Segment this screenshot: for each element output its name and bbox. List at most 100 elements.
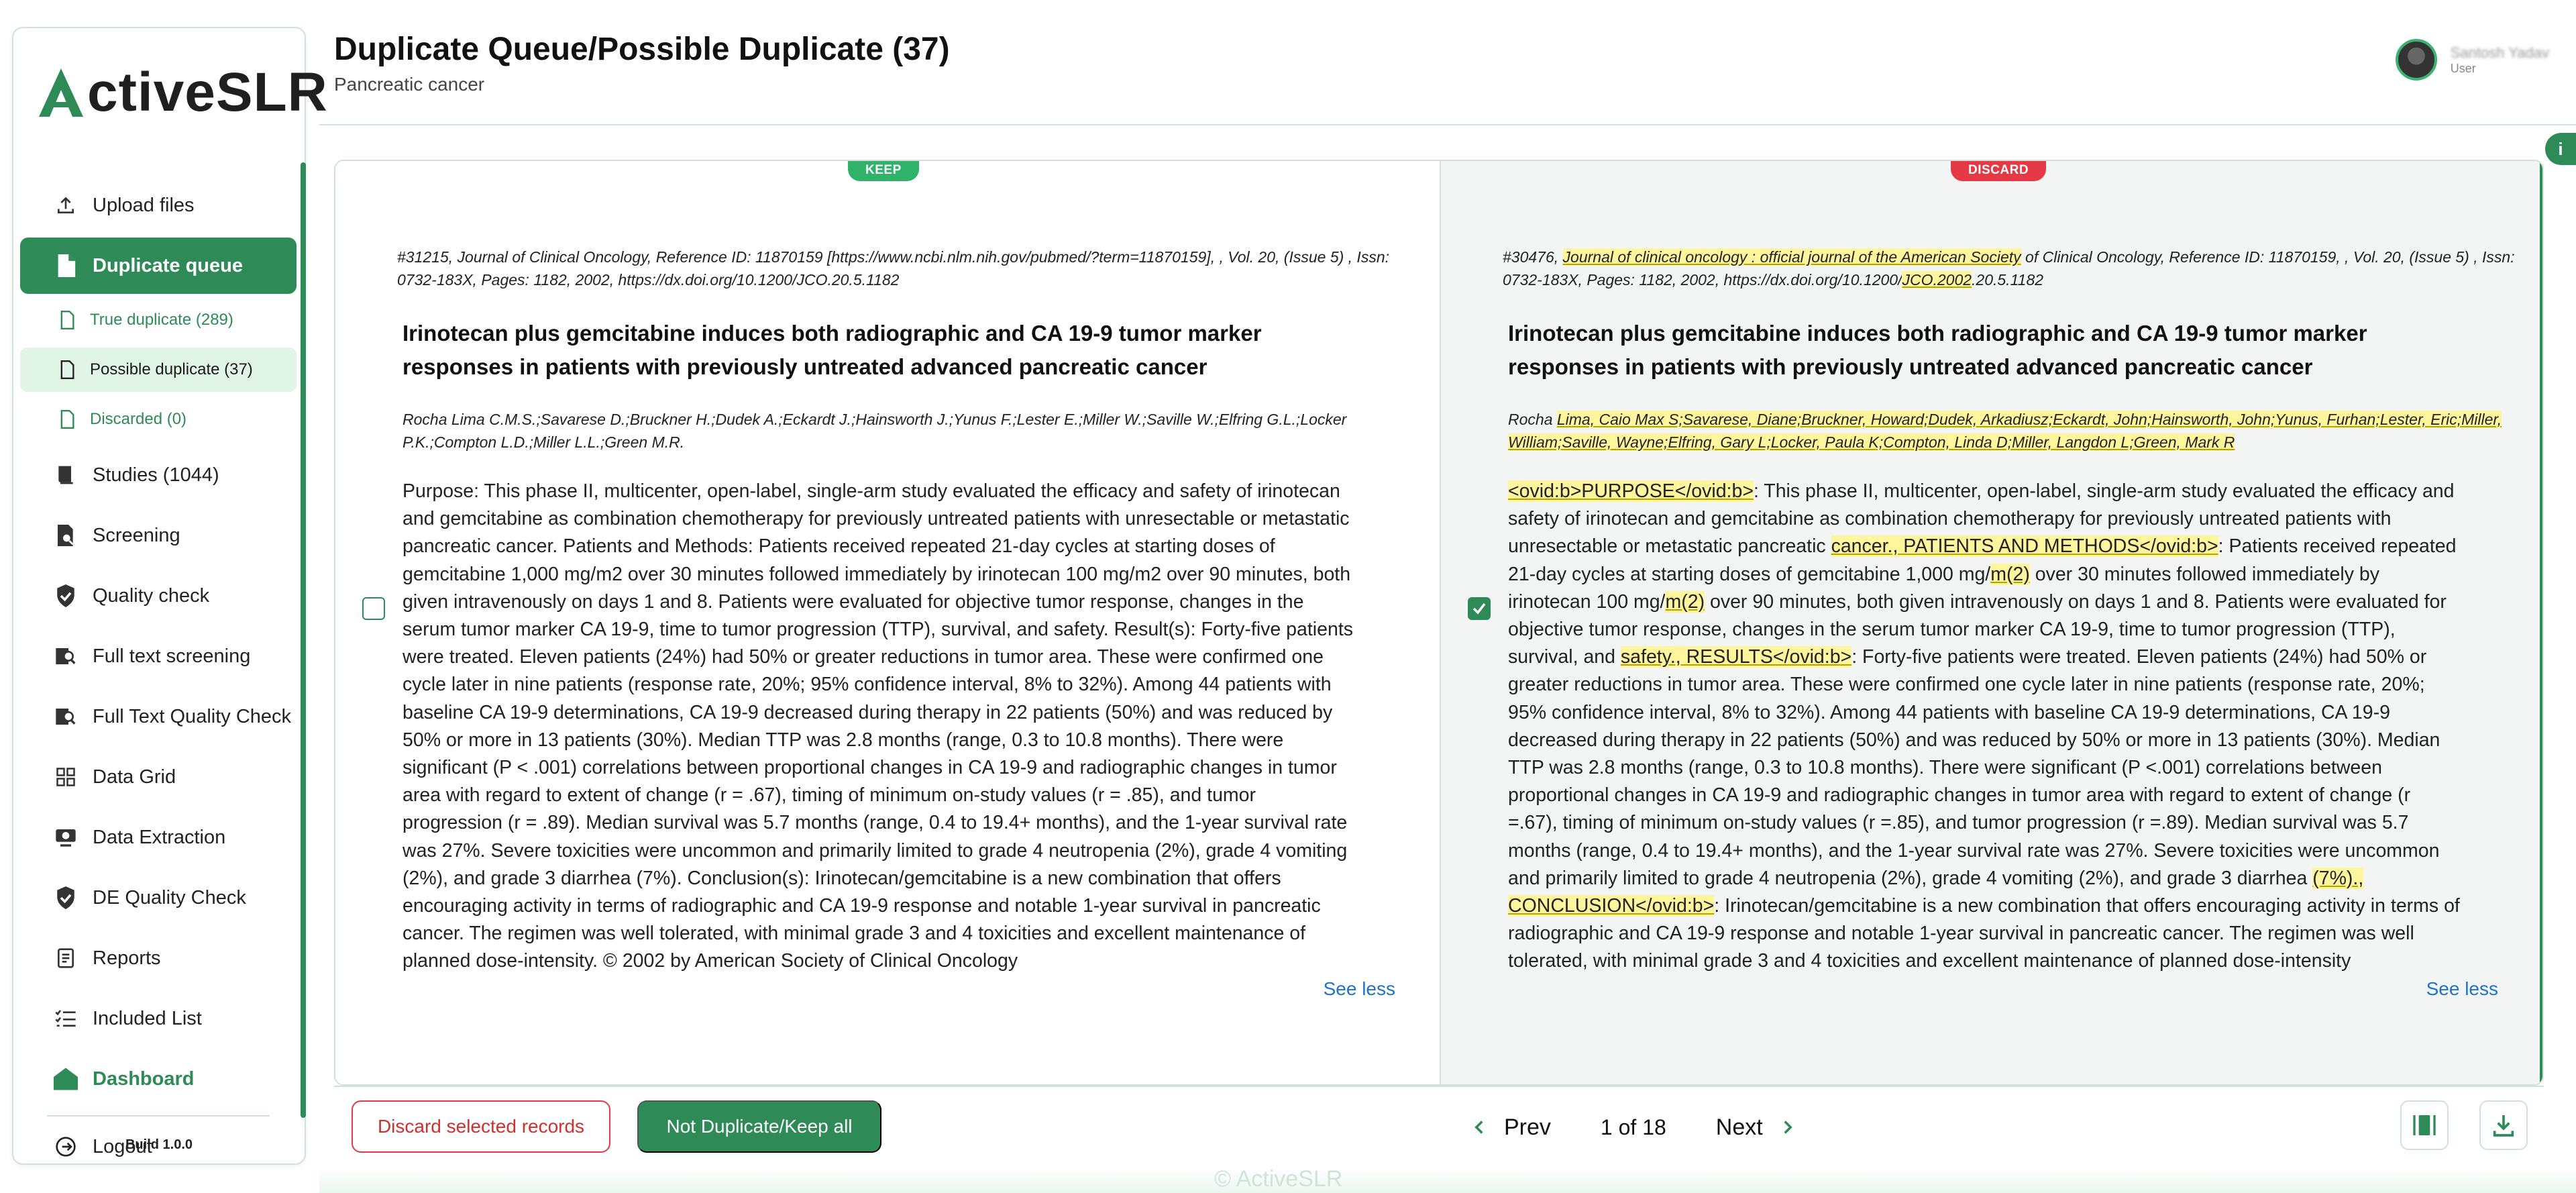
page-indicator: 1 of 18: [1601, 1115, 1666, 1140]
sidebar-subitem-label: Possible duplicate (37): [90, 360, 253, 379]
document-search-icon: [54, 523, 78, 548]
header-divider: [319, 124, 2576, 125]
logo-a-icon: [36, 66, 86, 119]
record-title: Irinotecan plus gemcitabine induces both…: [1508, 317, 2481, 384]
book-search-icon: [54, 644, 78, 668]
sidebar-subitem-discarded[interactable]: Discarded (0): [20, 397, 297, 442]
prev-label: Prev: [1504, 1114, 1551, 1141]
home-icon: [54, 1067, 78, 1091]
sidebar-item-full-text-screening[interactable]: Full text screening: [20, 628, 297, 684]
sidebar-subitem-possible-duplicate[interactable]: Possible duplicate (37): [20, 348, 297, 392]
prev-button[interactable]: Prev: [1468, 1114, 1551, 1141]
meta-text: #30476,: [1503, 248, 1563, 266]
sidebar-item-studies[interactable]: Studies (1044): [20, 447, 297, 503]
record-discard: DISCARD #30476, Journal of clinical onco…: [1440, 161, 2544, 1084]
footer-divider: [334, 1086, 2544, 1087]
record-authors: Rocha Lima, Caio Max S;Savarese, Diane;B…: [1508, 408, 2534, 454]
sidebar-item-duplicate-queue[interactable]: Duplicate queue: [20, 238, 297, 294]
record-meta: #30476, Journal of clinical oncology : o…: [1503, 246, 2536, 291]
sidebar: ctiveSLR Upload files Duplicate queue Tr…: [12, 27, 306, 1165]
sidebar-divider: [47, 1115, 270, 1117]
next-button[interactable]: Next: [1716, 1114, 1799, 1141]
chevron-left-icon: [1468, 1116, 1491, 1139]
compare-view-button[interactable]: [2400, 1100, 2449, 1150]
document-icon: [54, 254, 78, 278]
record-title: Irinotecan plus gemcitabine induces both…: [402, 317, 1375, 384]
sidebar-item-reports[interactable]: Reports: [20, 930, 297, 986]
record-authors: Rocha Lima C.M.S.;Savarese D.;Bruckner H…: [402, 408, 1429, 454]
shield-check-icon: [54, 886, 78, 910]
grid-icon: [54, 765, 78, 789]
sidebar-item-label: Full Text Quality Check: [93, 706, 291, 728]
sidebar-item-included-list[interactable]: Included List: [20, 990, 297, 1047]
sidebar-item-dashboard[interactable]: Dashboard: [20, 1051, 297, 1107]
split-view-icon: [2411, 1112, 2438, 1139]
duplicate-compare-panel: KEEP #31215, Journal of Clinical Oncolog…: [334, 160, 2544, 1086]
select-record-checkbox[interactable]: [362, 597, 385, 620]
sidebar-subitem-true-duplicate[interactable]: True duplicate (289): [20, 298, 297, 342]
sidebar-item-data-extraction[interactable]: Data Extraction: [20, 809, 297, 866]
see-less-link[interactable]: See less: [2426, 978, 2498, 1000]
sidebar-subitem-label: Discarded (0): [90, 410, 186, 429]
sidebar-item-upload-files[interactable]: Upload files: [20, 177, 297, 234]
authors-text: Rocha: [1508, 411, 1557, 428]
sidebar-item-quality-check[interactable]: Quality check: [20, 568, 297, 624]
select-record-checkbox[interactable]: [1468, 597, 1491, 620]
download-button[interactable]: [2479, 1100, 2528, 1150]
document-outline-icon: [58, 410, 76, 429]
page-subtitle: Pancreatic cancer: [334, 74, 484, 95]
meta-text: .20.5.1182: [1972, 271, 2043, 289]
next-label: Next: [1716, 1114, 1763, 1141]
chevron-right-icon: [1776, 1116, 1799, 1139]
sidebar-item-label: DE Quality Check: [93, 887, 246, 909]
sidebar-item-de-quality-check[interactable]: DE Quality Check: [20, 870, 297, 926]
see-less-link[interactable]: See less: [1324, 978, 1395, 1000]
panel-scrollbar[interactable]: [2540, 161, 2544, 1084]
abstract-highlight: cancer., PATIENTS AND METHODS</ovid:b>: [1831, 535, 2218, 557]
sidebar-subitem-label: True duplicate (289): [90, 311, 233, 329]
record-meta: #31215, Journal of Clinical Oncology, Re…: [397, 246, 1430, 291]
keep-badge: KEEP: [848, 160, 919, 181]
sidebar-nav: Upload files Duplicate queue True duplic…: [20, 177, 297, 1173]
sidebar-item-label: Quality check: [93, 585, 209, 607]
sidebar-item-label: Upload files: [93, 195, 195, 217]
user-menu[interactable]: Santosh Yadav User: [2396, 39, 2549, 81]
avatar: [2396, 39, 2437, 81]
page-title: Duplicate Queue/Possible Duplicate (37): [334, 31, 950, 68]
sidebar-item-label: Full text screening: [93, 645, 250, 668]
discard-badge: DISCARD: [1951, 160, 2046, 181]
abstract-text: : Forty-five patients were treated. Elev…: [1508, 646, 2440, 889]
sidebar-item-label: Dashboard: [93, 1068, 194, 1090]
keep-all-button[interactable]: Not Duplicate/Keep all: [637, 1100, 881, 1153]
discard-selected-button[interactable]: Discard selected records: [352, 1100, 610, 1153]
checkmark-icon: [1471, 601, 1487, 616]
user-name: Santosh Yadav: [2451, 44, 2549, 62]
bottom-gradient: [319, 1168, 2576, 1193]
sidebar-item-label: Data Extraction: [93, 827, 225, 849]
info-button[interactable]: i: [2545, 133, 2576, 165]
sidebar-item-screening[interactable]: Screening: [20, 507, 297, 564]
sidebar-item-label: Screening: [93, 525, 180, 547]
abstract-highlight: <ovid:b>PURPOSE</ovid:b>: [1508, 480, 1754, 502]
sidebar-item-label: Duplicate queue: [93, 255, 243, 277]
sidebar-scrollbar[interactable]: [301, 162, 306, 1118]
book-search-icon: [54, 705, 78, 729]
sidebar-item-label: Data Grid: [93, 766, 176, 788]
sidebar-item-full-text-quality-check[interactable]: Full Text Quality Check: [20, 688, 297, 745]
watermark: © ActiveSLR: [1214, 1166, 1342, 1192]
user-role: User: [2451, 62, 2549, 76]
report-icon: [54, 946, 78, 970]
shield-check-icon: [54, 584, 78, 608]
abstract-highlight: safety., RESULTS</ovid:b>: [1621, 646, 1851, 668]
authors-highlight: Lima, Caio Max S;Savarese, Diane;Bruckne…: [1508, 411, 2502, 451]
sidebar-item-data-grid[interactable]: Data Grid: [20, 749, 297, 805]
abstract-highlight: m(2): [1990, 564, 2030, 585]
app-logo[interactable]: ctiveSLR: [36, 52, 328, 133]
sidebar-item-label: Studies (1044): [93, 464, 219, 486]
checklist-icon: [54, 1006, 78, 1031]
document-outline-icon: [58, 311, 76, 329]
meta-highlight: Journal of clinical oncology : official …: [1563, 248, 2021, 266]
record-abstract: Purpose: This phase II, multicenter, ope…: [402, 478, 1355, 976]
record-keep: KEEP #31215, Journal of Clinical Oncolog…: [335, 161, 1440, 1084]
upload-icon: [54, 193, 78, 217]
